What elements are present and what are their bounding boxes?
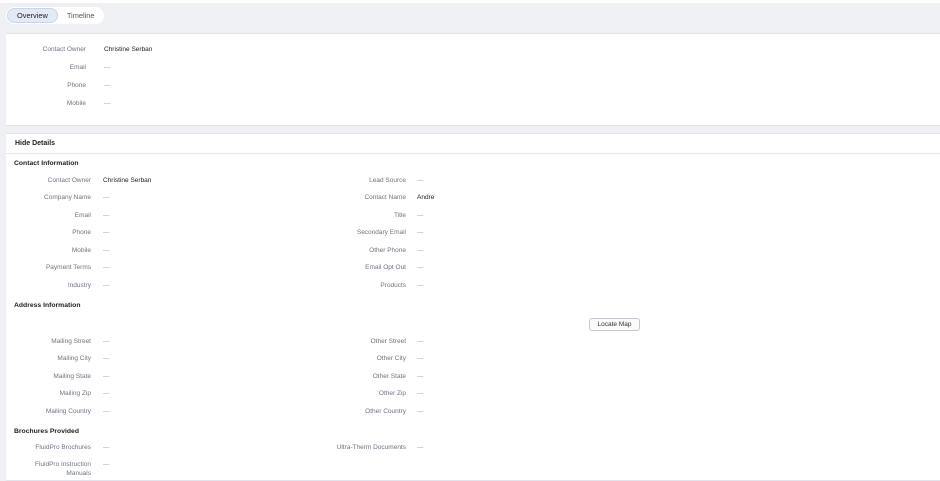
section-brochures-provided: Brochures Provided — [14, 428, 79, 435]
section-address-information: Address Information — [14, 302, 81, 309]
value-other-state[interactable]: — — [417, 373, 424, 380]
label-mailing-zip: Mailing Zip — [59, 390, 91, 397]
value-mailing-zip[interactable]: — — [103, 390, 110, 397]
label-mailing-country: Mailing Country — [45, 408, 91, 415]
overview-value-phone[interactable]: — — [104, 82, 111, 89]
label-contact-owner: Contact Owner — [47, 177, 91, 184]
overview-label-email: Email — [69, 64, 86, 71]
label-title: Title — [393, 212, 406, 219]
view-tabs: Overview Timeline — [6, 7, 105, 24]
label-payment-terms: Payment Terms — [45, 264, 91, 271]
value-ultra-therm-documents[interactable]: — — [417, 444, 424, 451]
overview-label-phone: Phone — [67, 82, 86, 89]
value-mailing-street[interactable]: — — [103, 338, 110, 345]
label-mailing-state: Mailing State — [53, 373, 91, 380]
label-other-state: Other State — [372, 373, 406, 380]
label-other-country: Other Country — [365, 408, 406, 415]
value-email-opt-out[interactable]: — — [417, 264, 424, 271]
value-products[interactable]: — — [417, 282, 424, 289]
label-mailing-street: Mailing Street — [51, 338, 91, 345]
label-other-zip: Other Zip — [378, 390, 406, 397]
overview-label-mobile: Mobile — [66, 100, 86, 107]
label-mailing-city: Mailing City — [57, 355, 91, 362]
tab-overview[interactable]: Overview — [7, 8, 58, 23]
label-company-name: Company Name — [44, 194, 91, 201]
value-email[interactable]: — — [103, 212, 110, 219]
locate-map-button[interactable]: Locate Map — [589, 318, 640, 331]
value-secondary-email[interactable]: — — [417, 229, 424, 236]
value-industry[interactable]: — — [103, 282, 110, 289]
overview-label-contact-owner: Contact Owner — [42, 46, 86, 53]
overview-value-contact-owner[interactable]: Christine Serban — [104, 46, 152, 53]
label-ultra-therm-documents: Ultra-Therm Documents — [336, 444, 406, 451]
details-divider — [6, 153, 940, 154]
value-mobile[interactable]: — — [103, 247, 110, 254]
label-fluidpro-instruction-manuals: FluidPro Instruction Manuals — [35, 461, 91, 477]
section-contact-information: Contact Information — [14, 160, 79, 167]
value-mailing-city[interactable]: — — [103, 355, 110, 362]
label-industry: Industry — [67, 282, 91, 289]
top-strip — [0, 0, 940, 3]
value-fluidpro-brochures[interactable]: — — [103, 444, 110, 451]
value-other-country[interactable]: — — [417, 408, 424, 415]
label-email: Email — [74, 212, 91, 219]
label-other-phone: Other Phone — [369, 247, 406, 254]
label-email-opt-out: Email Opt Out — [365, 264, 406, 271]
value-other-street[interactable]: — — [417, 338, 424, 345]
tab-timeline[interactable]: Timeline — [58, 8, 104, 23]
label-lead-source: Lead Source — [369, 177, 406, 184]
value-mailing-country[interactable]: — — [103, 408, 110, 415]
label-secondary-email: Secondary Email — [356, 229, 406, 236]
hide-details-link[interactable]: Hide Details — [15, 140, 55, 147]
value-contact-name[interactable]: Andre — [417, 194, 434, 201]
overview-card: Contact Owner Christine Serban Email — P… — [6, 33, 940, 126]
value-fluidpro-instruction-manuals[interactable]: — — [103, 461, 110, 468]
value-company-name[interactable]: — — [103, 194, 110, 201]
value-mailing-state[interactable]: — — [103, 373, 110, 380]
label-fluidpro-brochures: FluidPro Brochures — [35, 444, 91, 451]
value-other-zip[interactable]: — — [417, 390, 424, 397]
label-products: Products — [380, 282, 406, 289]
label-phone: Phone — [72, 229, 91, 236]
value-lead-source[interactable]: — — [417, 177, 424, 184]
label-other-street: Other Street — [370, 338, 406, 345]
value-other-phone[interactable]: — — [417, 247, 424, 254]
overview-value-email[interactable]: — — [104, 64, 111, 71]
value-other-city[interactable]: — — [417, 355, 424, 362]
value-phone[interactable]: — — [103, 229, 110, 236]
value-contact-owner[interactable]: Christine Serban — [103, 177, 151, 184]
label-other-city: Other City — [376, 355, 406, 362]
value-payment-terms[interactable]: — — [103, 264, 110, 271]
details-card: Hide Details Contact Information Contact… — [6, 133, 940, 481]
label-contact-name: Contact Name — [364, 194, 406, 201]
value-title[interactable]: — — [417, 212, 424, 219]
overview-value-mobile[interactable]: — — [104, 100, 111, 107]
label-mobile: Mobile — [71, 247, 91, 254]
